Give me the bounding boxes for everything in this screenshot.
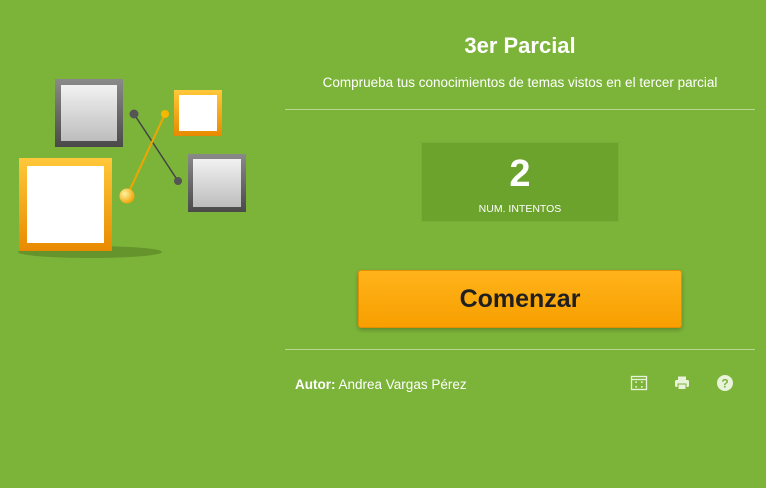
help-icon[interactable]: ?	[716, 374, 734, 392]
quiz-title: 3er Parcial	[464, 33, 576, 58]
quiz-panel: 3er Parcial Comprueba tus conocimientos …	[285, 0, 755, 488]
start-button[interactable]: Comenzar	[358, 270, 682, 328]
author-label: Autor:	[295, 377, 336, 392]
svg-text:?: ?	[721, 377, 728, 391]
author-info: Autor: Andrea Vargas Pérez	[295, 377, 467, 392]
bottom-divider	[285, 349, 755, 350]
print-icon[interactable]	[673, 374, 691, 392]
quiz-illustration	[10, 70, 260, 270]
attempts-count: 2	[509, 153, 531, 195]
attempts-panel: 2 NUM. INTENTOS	[421, 142, 619, 222]
top-divider	[285, 109, 755, 110]
quiz-subtitle: Comprueba tus conocimientos de temas vis…	[322, 75, 718, 90]
attempts-label: NUM. INTENTOS	[478, 203, 562, 215]
fullscreen-icon[interactable]	[630, 374, 648, 392]
author-name: Andrea Vargas Pérez	[338, 377, 467, 392]
